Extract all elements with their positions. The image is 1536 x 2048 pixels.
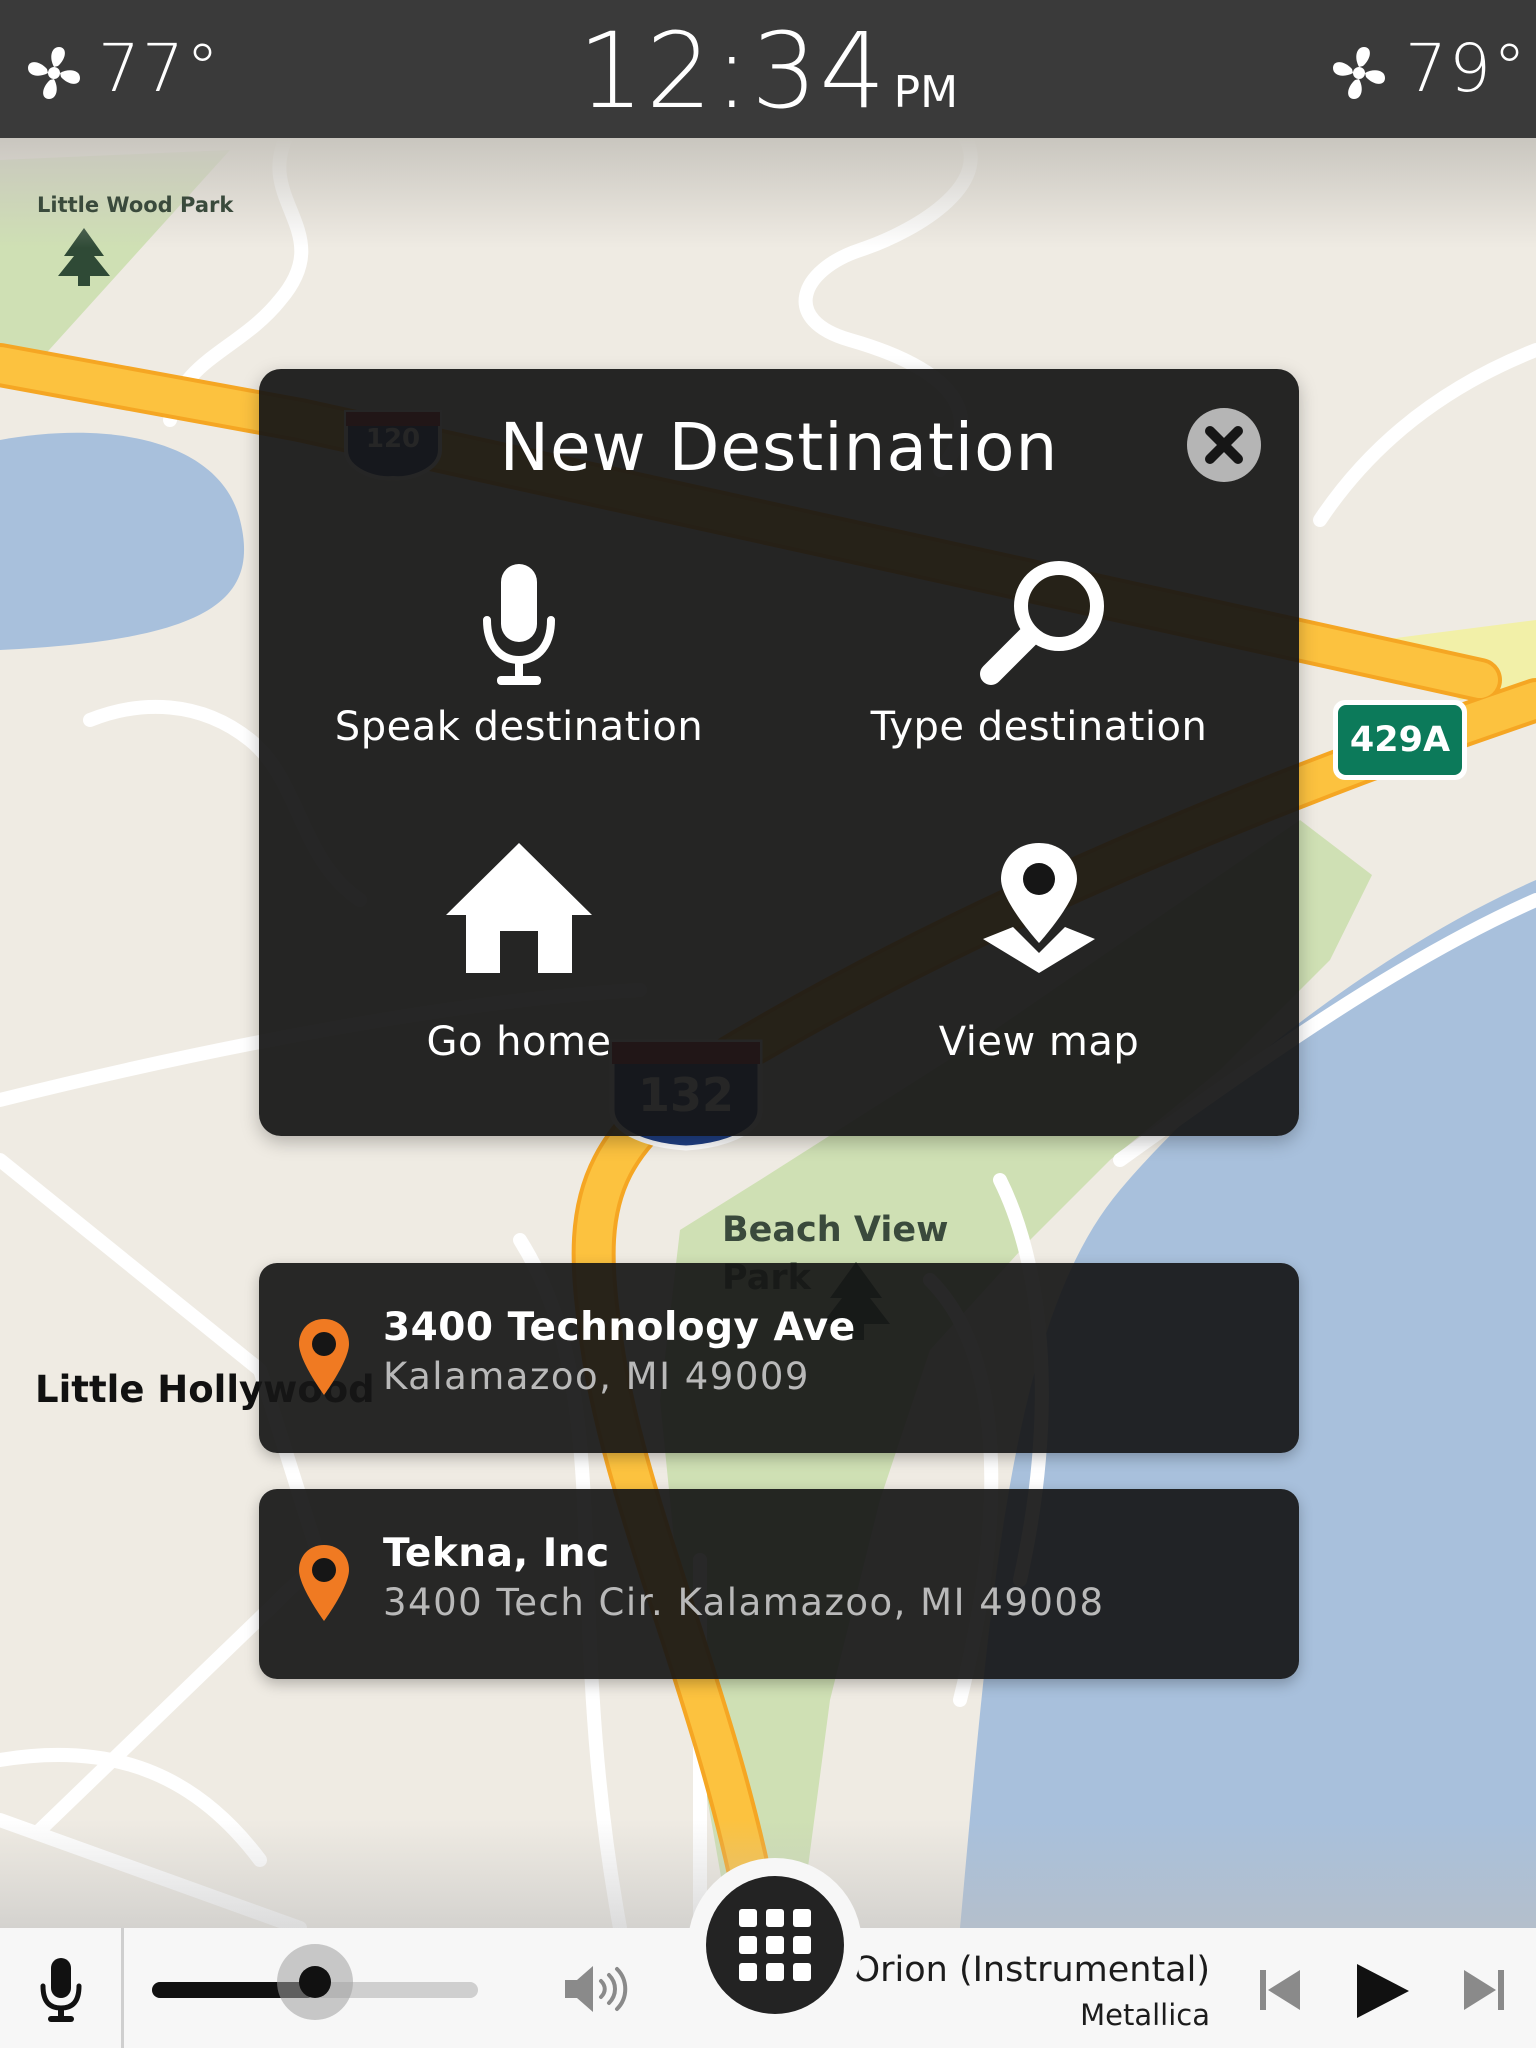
type-destination-button[interactable]: Type destination	[779, 561, 1299, 814]
go-home-label: Go home	[426, 1019, 612, 1065]
skip-next-icon[interactable]	[1462, 1968, 1506, 2012]
status-bar: 77° 12:34 PM 79°	[0, 0, 1536, 138]
view-map-label: View map	[938, 1019, 1140, 1065]
result-address: Kalamazoo, MI 49009	[383, 1355, 810, 1398]
park-label-little-wood: Little Wood Park	[37, 193, 234, 217]
result-name: 3400 Technology Ave	[383, 1305, 856, 1350]
map-pin-icon	[983, 843, 1095, 973]
exit-sign-label: 429A	[1338, 705, 1462, 775]
go-home-button[interactable]: Go home	[259, 839, 779, 1089]
location-pin-icon	[299, 1319, 349, 1395]
play-icon[interactable]	[1355, 1962, 1411, 2020]
result-card[interactable]: Tekna, Inc 3400 Tech Cir. Kalamazoo, MI …	[259, 1489, 1299, 1679]
track-artist[interactable]: Metallica	[1080, 1998, 1210, 2032]
apps-button-inner	[706, 1876, 844, 2014]
result-name: Tekna, Inc	[383, 1531, 610, 1576]
fan-icon[interactable]	[1330, 44, 1388, 102]
result-card[interactable]: 3400 Technology Ave Kalamazoo, MI 49009	[259, 1263, 1299, 1453]
volume-slider-knob[interactable]	[277, 1944, 353, 2020]
close-icon[interactable]	[1186, 407, 1262, 483]
bottom-divider	[121, 1928, 124, 2048]
home-icon	[446, 843, 592, 973]
microphone-icon	[483, 564, 555, 685]
view-map-button[interactable]: View map	[779, 839, 1299, 1089]
magnifier-icon	[980, 561, 1104, 685]
apps-button[interactable]	[688, 1858, 862, 2032]
result-address: 3400 Tech Cir. Kalamazoo, MI 49008	[383, 1581, 1105, 1624]
exit-sign: 429A	[1333, 700, 1467, 780]
microphone-icon[interactable]	[38, 1958, 84, 2024]
passenger-temperature[interactable]: 79°	[1405, 30, 1528, 107]
speaker-icon[interactable]	[563, 1964, 629, 2014]
grid-icon	[739, 1909, 811, 1981]
speak-destination-label: Speak destination	[334, 704, 704, 750]
type-destination-label: Type destination	[870, 704, 1208, 750]
track-title[interactable]: Orion (Instrumental)	[853, 1950, 1210, 1990]
speak-destination-button[interactable]: Speak destination	[259, 564, 779, 814]
clock-time: 12:34	[577, 10, 888, 132]
dialog-title: New Destination	[499, 409, 1059, 486]
location-pin-icon	[299, 1545, 349, 1621]
clock-ampm: PM	[893, 67, 959, 118]
clock: 12:34 PM	[0, 10, 1536, 132]
new-destination-dialog: New Destination Speak destination Type d…	[259, 369, 1299, 1136]
skip-previous-icon[interactable]	[1258, 1968, 1302, 2012]
